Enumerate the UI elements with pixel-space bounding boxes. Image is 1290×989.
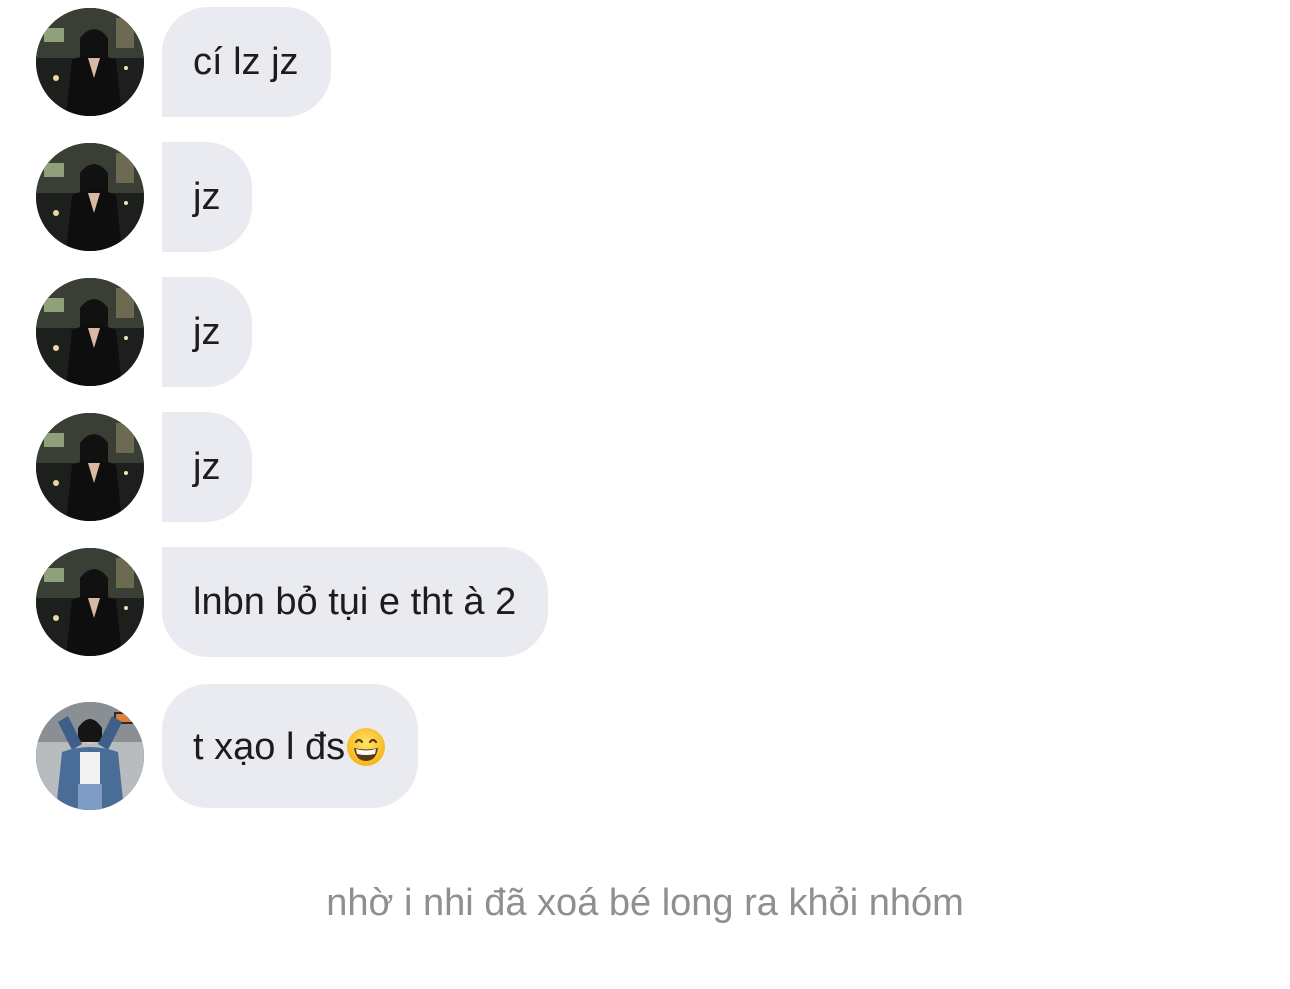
avatar-photo-icon [36, 143, 144, 251]
grinning-face-emoji-icon [347, 728, 386, 766]
chat-thread: cí lz jz jz jz jz lnbn bỏ tụi e tht à 2 … [0, 0, 1290, 989]
message-row: jz [36, 142, 253, 252]
sender-avatar[interactable] [36, 8, 144, 116]
message-bubble[interactable]: jz [162, 142, 253, 252]
avatar-photo-icon [36, 278, 144, 386]
sender-avatar[interactable] [36, 143, 144, 251]
sender-avatar[interactable] [36, 278, 144, 386]
sender-avatar[interactable] [36, 702, 144, 810]
message-bubble[interactable]: jz [162, 412, 253, 522]
message-row: cí lz jz [36, 7, 331, 117]
message-text: jz [193, 446, 221, 488]
message-bubble[interactable]: t xạo l đs [162, 684, 419, 808]
avatar-photo-icon [36, 413, 144, 521]
message-text: jz [193, 311, 221, 353]
message-row: jz [36, 277, 253, 387]
message-text: cí lz jz [193, 41, 299, 83]
sender-avatar[interactable] [36, 413, 144, 521]
avatar-photo-icon [36, 8, 144, 116]
group-system-notice: nhờ i nhi đã xoá bé long ra khỏi nhóm [326, 882, 964, 924]
message-row: t xạo l đs [36, 682, 419, 810]
message-bubble[interactable]: lnbn bỏ tụi e tht à 2 [162, 547, 549, 657]
message-row: lnbn bỏ tụi e tht à 2 [36, 547, 549, 657]
message-bubble[interactable]: jz [162, 277, 253, 387]
message-text: lnbn bỏ tụi e tht à 2 [193, 581, 517, 623]
message-row: jz [36, 412, 253, 522]
avatar-photo-icon [36, 548, 144, 656]
message-text: jz [193, 176, 221, 218]
avatar-photo-icon [36, 702, 144, 810]
message-bubble[interactable]: cí lz jz [162, 7, 331, 117]
message-text: t xạo l đs [193, 726, 346, 768]
sender-avatar[interactable] [36, 548, 144, 656]
